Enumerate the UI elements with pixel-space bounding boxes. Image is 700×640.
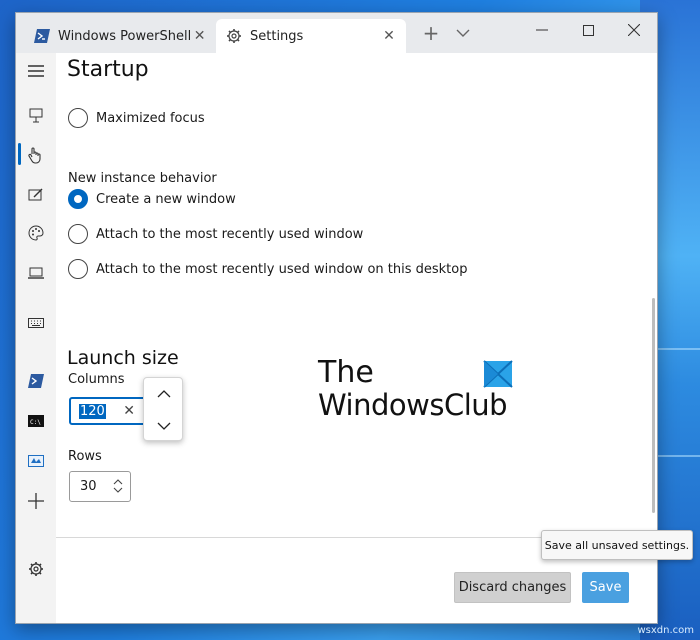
- launch-size-title: Launch size: [67, 347, 179, 369]
- radio-label: Create a new window: [96, 191, 236, 207]
- radio-button-selected[interactable]: [68, 189, 88, 209]
- tab-label: Settings: [250, 28, 304, 44]
- svg-text:C:\: C:\: [30, 419, 41, 426]
- title-bar[interactable]: Windows PowerShell ✕ Settings ✕ +: [16, 13, 657, 53]
- save-button[interactable]: Save: [582, 572, 629, 603]
- columns-spin-flyout: [143, 377, 183, 441]
- nav-selection-indicator: [18, 143, 21, 165]
- page-title: Startup: [67, 57, 149, 82]
- interaction-icon[interactable]: [24, 143, 48, 167]
- radio-create-new-window[interactable]: Create a new window: [68, 188, 236, 210]
- minimize-button[interactable]: [519, 13, 565, 47]
- columns-input[interactable]: 120 ✕: [69, 397, 147, 425]
- radio-button[interactable]: [68, 259, 88, 279]
- appearance-icon[interactable]: [24, 183, 48, 207]
- settings-nav-rail: C:\: [16, 53, 56, 623]
- azure-cloud-shell-profile-icon[interactable]: [24, 449, 48, 473]
- startup-icon[interactable]: [24, 103, 48, 127]
- radio-label: Attach to the most recently used window: [96, 226, 364, 242]
- tab-windows-powershell[interactable]: Windows PowerShell ✕: [24, 19, 214, 53]
- close-tab-icon[interactable]: ✕: [378, 25, 400, 47]
- powershell-profile-icon[interactable]: [24, 369, 48, 393]
- actions-keyboard-icon[interactable]: [24, 311, 48, 335]
- radio-attach-recent-window-desktop[interactable]: Attach to the most recently used window …: [68, 258, 467, 280]
- increment-button[interactable]: [144, 378, 184, 410]
- settings-gear-icon[interactable]: [24, 557, 48, 581]
- radio-button[interactable]: [68, 224, 88, 244]
- add-profile-icon[interactable]: [24, 489, 48, 513]
- rows-value: 30: [80, 479, 97, 494]
- rows-input[interactable]: 30: [69, 471, 131, 502]
- gear-icon: [226, 28, 242, 44]
- powershell-icon: [34, 28, 50, 44]
- radio-maximized-focus[interactable]: Maximized focus: [68, 107, 205, 129]
- up-down-spinner-icon[interactable]: [113, 479, 123, 497]
- radio-button[interactable]: [68, 108, 88, 128]
- discard-changes-button[interactable]: Discard changes: [454, 572, 571, 603]
- rendering-icon[interactable]: [24, 261, 48, 285]
- hamburger-menu-icon[interactable]: [24, 59, 48, 83]
- watermark-line1: The: [318, 355, 374, 390]
- clear-icon[interactable]: ✕: [123, 403, 135, 419]
- save-tooltip: Save all unsaved settings.: [541, 530, 693, 560]
- columns-label: Columns: [68, 372, 125, 387]
- site-watermark: wsxdn.com: [637, 625, 694, 636]
- watermark-logo: The WindowsClub: [318, 355, 513, 422]
- radio-attach-recent-window[interactable]: Attach to the most recently used window: [68, 223, 363, 245]
- close-window-button[interactable]: [611, 13, 657, 47]
- watermark-line2: WindowsClub: [318, 388, 508, 422]
- windows-logo-icon: [483, 360, 513, 388]
- close-tab-icon[interactable]: ✕: [191, 25, 208, 47]
- maximize-button[interactable]: [565, 13, 611, 47]
- color-schemes-icon[interactable]: [24, 221, 48, 245]
- new-tab-button[interactable]: +: [416, 19, 446, 47]
- chevron-down-icon[interactable]: [448, 19, 478, 47]
- radio-label: Attach to the most recently used window …: [96, 261, 468, 277]
- decrement-button[interactable]: [144, 410, 184, 442]
- new-instance-behavior-label: New instance behavior: [68, 171, 217, 186]
- scrollbar[interactable]: [652, 298, 655, 513]
- tab-label: Windows PowerShell: [58, 28, 192, 44]
- columns-value: 120: [79, 403, 106, 419]
- radio-label: Maximized focus: [96, 110, 205, 126]
- command-prompt-profile-icon[interactable]: C:\: [24, 409, 48, 433]
- rows-label: Rows: [68, 449, 102, 464]
- tab-settings[interactable]: Settings ✕: [216, 19, 406, 53]
